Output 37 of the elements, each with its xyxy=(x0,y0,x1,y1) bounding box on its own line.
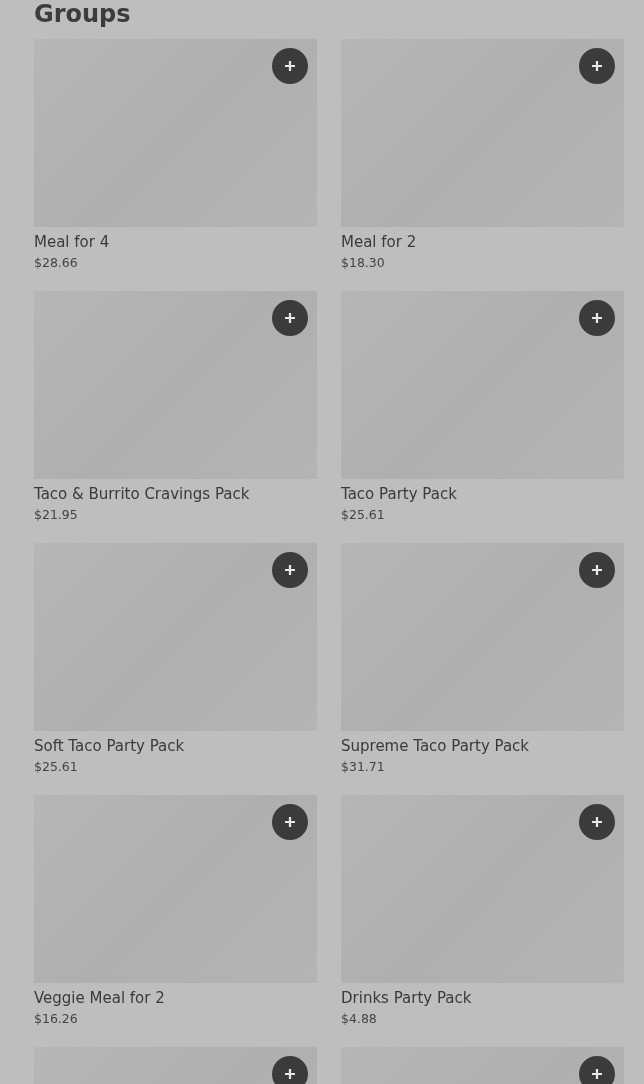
add-button[interactable] xyxy=(272,300,308,336)
item-price: $21.95 xyxy=(34,507,79,523)
plus-icon xyxy=(591,60,603,72)
plus-icon xyxy=(284,564,296,576)
plus-icon xyxy=(591,564,603,576)
plus-icon xyxy=(591,1068,603,1080)
item-name: Taco & Burrito Cravings Pack xyxy=(34,484,251,504)
item-name: Taco Party Pack xyxy=(341,484,458,504)
item-price: $31.71 xyxy=(341,759,386,775)
item-price: $25.61 xyxy=(34,759,79,775)
plus-icon xyxy=(591,312,603,324)
item-price: $25.61 xyxy=(341,507,386,523)
plus-icon xyxy=(284,60,296,72)
add-button[interactable] xyxy=(579,300,615,336)
item-price: $4.88 xyxy=(341,1011,378,1027)
plus-icon xyxy=(591,816,603,828)
item-name: Supreme Taco Party Pack xyxy=(341,736,531,756)
item-price: $28.66 xyxy=(34,255,79,271)
add-button[interactable] xyxy=(272,804,308,840)
add-button[interactable] xyxy=(579,804,615,840)
plus-icon xyxy=(284,312,296,324)
add-button[interactable] xyxy=(579,48,615,84)
add-button[interactable] xyxy=(272,552,308,588)
plus-icon xyxy=(284,1068,296,1080)
item-name: Meal for 4 xyxy=(34,232,111,252)
item-name: Veggie Meal for 2 xyxy=(34,988,166,1008)
item-name: Soft Taco Party Pack xyxy=(34,736,186,756)
add-button[interactable] xyxy=(272,48,308,84)
add-button[interactable] xyxy=(272,1056,308,1084)
add-button[interactable] xyxy=(579,1056,615,1084)
plus-icon xyxy=(284,816,296,828)
item-price: $16.26 xyxy=(34,1011,79,1027)
section-title: Groups xyxy=(34,0,132,29)
item-name: Meal for 2 xyxy=(341,232,418,252)
item-name: Drinks Party Pack xyxy=(341,988,473,1008)
add-button[interactable] xyxy=(579,552,615,588)
item-price: $18.30 xyxy=(341,255,386,271)
